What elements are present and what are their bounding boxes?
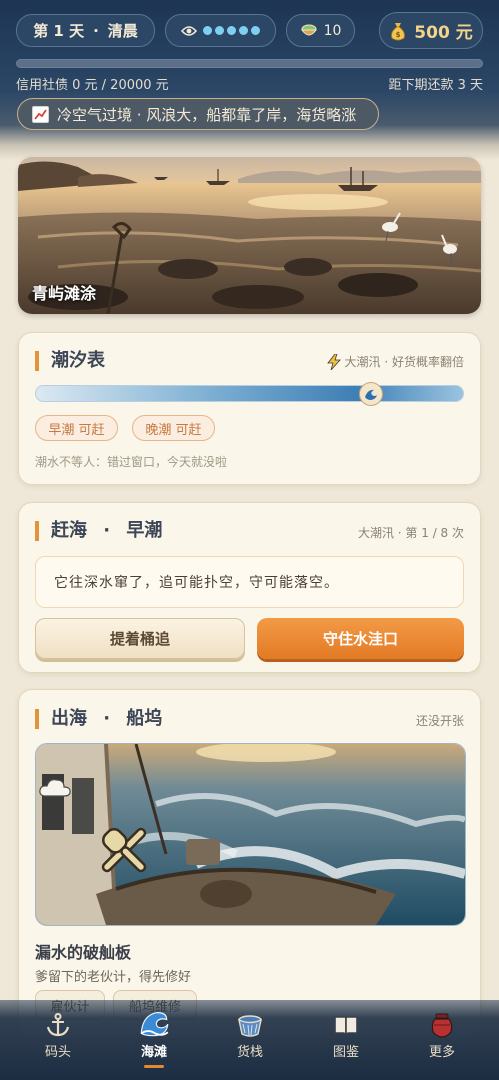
news-banner[interactable]: 冷空气过境 · 风浪大，船都靠了岸，海货略涨 <box>17 98 379 130</box>
wave-icon <box>140 1012 169 1037</box>
bait-pill[interactable]: 10 <box>286 14 355 47</box>
sailing-card: 出海 · 船坞 还没开张 漏水的破舢板 爹留下的老伙计，得先修好 <box>18 689 481 1039</box>
nav-label-dock: 码头 <box>44 1045 71 1060</box>
chase-button[interactable]: 提着桶追 <box>35 618 245 659</box>
debt-text: 信用社债 0 元 / 20000 元 <box>16 78 169 93</box>
anchor-icon <box>46 1013 70 1037</box>
day-time-pill: 第 1 天 · 清晨 <box>16 14 155 47</box>
location-scene[interactable]: 青屿滩涂 <box>18 157 481 314</box>
stamina-dot <box>239 26 248 35</box>
sailing-title: 出海 · 船坞 <box>35 709 162 729</box>
wave-marker-icon <box>364 389 377 400</box>
foraging-title-sep: · <box>103 520 111 541</box>
stamina-pill[interactable] <box>165 14 276 47</box>
book-icon <box>334 1016 358 1036</box>
sailing-title-b: 船坞 <box>126 708 163 729</box>
nav-label-codex: 图鉴 <box>332 1045 359 1060</box>
tide-meta: 大潮汛 · 好货概率翻倍 <box>326 353 464 370</box>
nav-item-warehouse[interactable]: 货栈 <box>220 1012 280 1060</box>
location-name: 青屿滩涂 <box>32 284 97 303</box>
tide-chip-evening[interactable]: 晚潮 可赶 <box>132 415 215 441</box>
basket-icon <box>238 1015 262 1037</box>
jar-icon <box>431 1013 453 1038</box>
sailing-meta: 还没开张 <box>415 714 464 728</box>
money-amount: 500 元 <box>414 23 473 43</box>
trend-chart-icon <box>32 105 49 123</box>
lightning-icon <box>326 353 341 370</box>
bait-count: 10 <box>323 22 342 39</box>
foraging-card: 赶海 · 早潮 大潮汛 · 第 1 / 8 次 它往深水窜了，追可能扑空，守可能… <box>18 502 481 673</box>
nav-label-beach: 海滩 <box>140 1045 167 1060</box>
stamina-dot <box>203 26 212 35</box>
broken-oars-icon <box>101 827 147 873</box>
tide-note: 潮水不等人：错过窗口，今天就没啦 <box>35 455 228 469</box>
nav-item-more[interactable]: 更多 <box>412 1012 472 1060</box>
nav-active-indicator <box>144 1065 164 1068</box>
foraging-message: 它往深水窜了，追可能扑空，守可能落空。 <box>54 575 339 591</box>
guard-button[interactable]: 守住水洼口 <box>257 618 464 659</box>
boat-scene[interactable] <box>35 743 466 926</box>
stamina-dot <box>215 26 224 35</box>
boat-name: 漏水的破舢板 <box>35 943 132 962</box>
foraging-title-b: 早潮 <box>126 520 163 541</box>
boat-description: 爹留下的老伙计，得先修好 <box>35 970 192 985</box>
bait-bowl-icon <box>300 24 317 35</box>
money-pill[interactable]: $ 500 元 <box>379 12 483 49</box>
sailing-title-a: 出海 <box>51 708 87 729</box>
day-separator: · <box>93 21 99 40</box>
foraging-title: 赶海 · 早潮 <box>35 521 162 541</box>
time-of-day: 清晨 <box>107 22 138 40</box>
foraging-message-box: 它往深水窜了，追可能扑空，守可能落空。 <box>35 556 464 608</box>
nav-label-more: 更多 <box>428 1045 455 1060</box>
nav-item-codex[interactable]: 图鉴 <box>316 1012 376 1060</box>
svg-text:$: $ <box>396 31 401 39</box>
debt-due-text: 距下期还款 3 天 <box>388 78 483 93</box>
eye-icon <box>181 25 197 36</box>
nav-item-beach[interactable]: 海滩 <box>124 1012 184 1068</box>
stamina-dots <box>203 26 260 35</box>
nav-item-dock[interactable]: 码头 <box>28 1012 88 1060</box>
foraging-title-a: 赶海 <box>51 520 87 541</box>
tide-meta-text: 大潮汛 · 好货概率翻倍 <box>344 355 464 369</box>
foraging-meta: 大潮汛 · 第 1 / 8 次 <box>357 526 464 540</box>
news-text: 冷空气过境 · 风浪大，船都靠了岸，海货略涨 <box>57 105 357 124</box>
nav-label-warehouse: 货栈 <box>236 1045 263 1060</box>
day-label: 第 1 天 <box>33 22 85 40</box>
tide-card: 潮汐表 大潮汛 · 好货概率翻倍 早潮 可赶 晚潮 可赶 潮水不等人：错过窗口，… <box>18 332 481 485</box>
tide-chip-morning[interactable]: 早潮 可赶 <box>35 415 118 441</box>
tide-progress-track <box>35 382 464 406</box>
tide-title: 潮汐表 <box>35 351 105 371</box>
tide-position-marker <box>358 382 383 406</box>
debt-progress-track <box>16 59 483 68</box>
cloud-icon <box>39 779 71 797</box>
stamina-dot <box>227 26 236 35</box>
money-bag-icon: $ <box>391 22 406 40</box>
stamina-dot <box>251 26 260 35</box>
sailing-title-sep: · <box>103 708 111 729</box>
